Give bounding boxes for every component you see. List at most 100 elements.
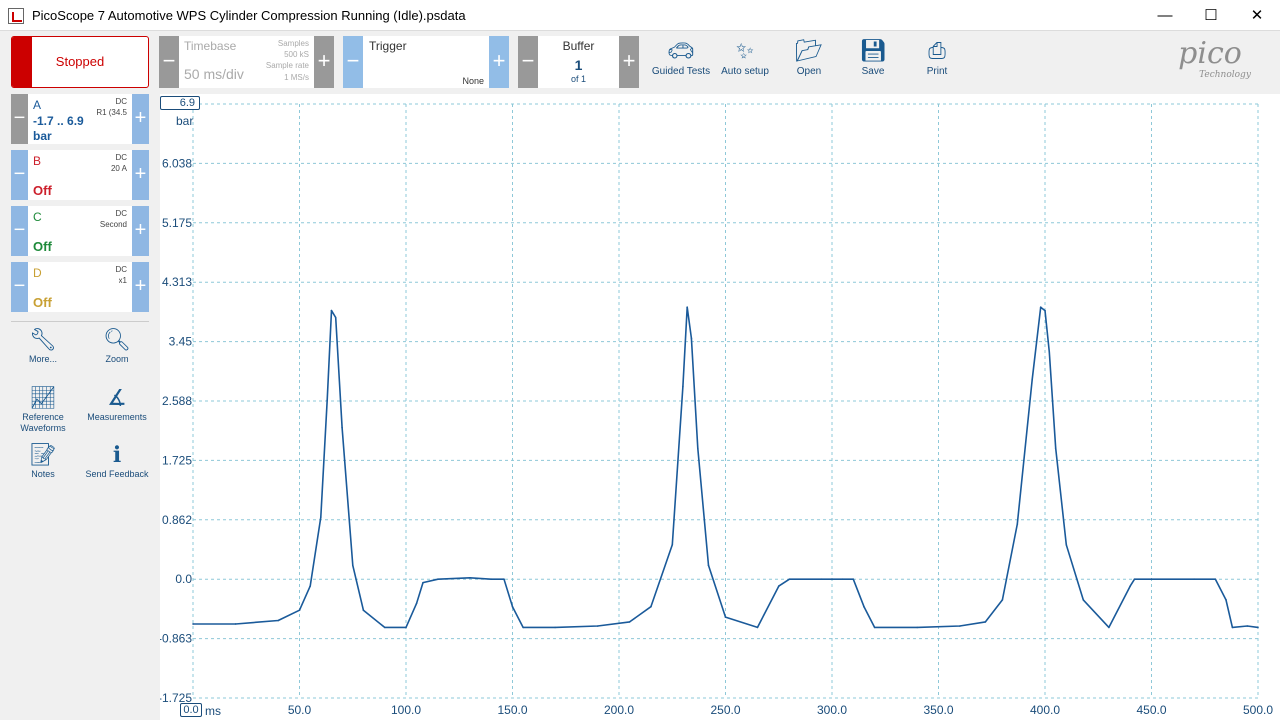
notes-icon: 📝︎ [29, 442, 57, 467]
channel-c-increase-button[interactable]: + [132, 206, 149, 256]
trace-point [1048, 351, 1051, 353]
folder-icon: 📂︎ [795, 38, 823, 63]
trace-point [671, 543, 674, 546]
reference-waveforms-button[interactable]: 📈︎ Reference Waveforms [8, 384, 78, 434]
channel-c-probe: Second [99, 220, 127, 229]
trace-point [554, 626, 556, 629]
timebase-decrease-button[interactable]: − [159, 36, 179, 88]
channel-a-decrease-button[interactable]: − [11, 94, 28, 144]
send-feedback-button[interactable]: ℹ Send Feedback [82, 441, 152, 480]
trace-point [383, 626, 386, 629]
channel-b-panel[interactable]: − B Off DC 20 A + [11, 150, 149, 200]
trace-point [1031, 378, 1034, 381]
channel-b-name: B [33, 154, 42, 168]
channel-a-range[interactable]: -1.7 .. 6.9 [33, 114, 84, 128]
trace-point [415, 602, 418, 605]
x-origin-marker[interactable]: 0.0 [180, 703, 202, 717]
trace-point [916, 626, 918, 629]
trace-point [959, 625, 961, 627]
channel-c-range[interactable]: Off [33, 239, 52, 254]
channel-a-increase-button[interactable]: + [132, 94, 149, 144]
trace-point [1129, 585, 1131, 587]
measurements-button[interactable]: ∡ Measurements [82, 384, 152, 423]
timebase-increase-button[interactable]: + [314, 36, 334, 88]
x-tick-label: 450.0 [1136, 703, 1166, 717]
guided-tests-button[interactable]: 🚗︎ Guided Tests [649, 36, 713, 88]
trigger-mode[interactable]: None [462, 76, 484, 86]
save-icon: 💾︎ [859, 38, 887, 63]
buffer-previous-button[interactable]: − [518, 36, 538, 88]
more-button[interactable]: 🔧︎ More... [8, 326, 78, 365]
y-tick-label: 2.588 [162, 394, 192, 408]
waveform-plot[interactable]: 6.038 5.175 4.313 3.45 2.588 1.725 0.862 0.0 -0.… [158, 94, 1280, 720]
trace-point [1054, 447, 1057, 450]
trace-point [1001, 599, 1004, 601]
trace-point [1016, 523, 1019, 525]
save-button[interactable]: 💾︎ Save [841, 36, 905, 88]
channel-c-coupling: DC [115, 209, 127, 218]
trace-point [690, 337, 693, 339]
notes-button[interactable]: 📝︎ Notes [8, 441, 78, 480]
minimize-button[interactable]: — [1142, 0, 1188, 31]
trace-point [362, 609, 365, 611]
trace-point [330, 309, 333, 312]
trigger-increase-button[interactable]: + [489, 36, 509, 88]
zoom-button[interactable]: 🔍︎ Zoom [82, 326, 152, 365]
sample-rate-label: Sample rate [265, 61, 309, 70]
trigger-label: Trigger [369, 39, 407, 53]
timebase-value[interactable]: 50 ms/div [184, 66, 244, 82]
channel-d-panel[interactable]: − D Off DC x1 + [11, 262, 149, 312]
app-icon [8, 8, 24, 24]
y-top-marker[interactable]: 6.9 [160, 96, 200, 110]
buffer-next-button[interactable]: + [619, 36, 639, 88]
channel-a-panel[interactable]: − A -1.7 .. 6.9 bar DC R1 (34.5 + [11, 94, 149, 144]
trace-point [320, 516, 322, 519]
trace-point [852, 578, 855, 580]
channel-c-name: C [33, 210, 42, 224]
print-button[interactable]: ⎙ Print [905, 36, 969, 88]
trace-point [984, 621, 987, 623]
channel-d-increase-button[interactable]: + [132, 262, 149, 312]
auto-setup-button[interactable]: ✨︎ Auto setup [713, 36, 777, 88]
maximize-button[interactable]: ☐ [1188, 0, 1234, 31]
trace-point [1231, 626, 1234, 629]
buffer-index[interactable]: 1 [538, 57, 619, 73]
channel-b-range[interactable]: Off [33, 183, 52, 198]
y-tick-label: 5.175 [162, 216, 192, 230]
x-tick-label: 500.0 [1243, 703, 1273, 717]
trace-point [1246, 625, 1249, 627]
close-button[interactable]: ✕ [1234, 0, 1280, 31]
trigger-decrease-button[interactable]: − [343, 36, 363, 88]
scope-view[interactable]: 6.038 5.175 4.313 3.45 2.588 1.725 0.862 0.0 -0.… [158, 94, 1280, 720]
open-button[interactable]: 📂︎ Open [777, 36, 841, 88]
x-unit-label: ms [205, 704, 221, 718]
channel-d-range[interactable]: Off [33, 295, 52, 310]
trace-point [490, 578, 493, 580]
x-tick-label: 300.0 [817, 703, 847, 717]
trace-point [863, 605, 865, 608]
trace-point [596, 625, 599, 627]
x-tick-label: 50.0 [288, 703, 312, 717]
trace-point [1108, 626, 1110, 629]
reference-waveform-icon: 📈︎ [29, 385, 57, 410]
channel-c-decrease-button[interactable]: − [11, 206, 28, 256]
feedback-icon: ℹ [112, 442, 122, 467]
channel-a-coupling: DC [115, 97, 127, 106]
trace-point [1193, 578, 1195, 580]
channel-b-increase-button[interactable]: + [132, 150, 149, 200]
trace-point [469, 577, 471, 579]
channel-b-decrease-button[interactable]: − [11, 150, 28, 200]
run-stop-button[interactable]: Stopped [11, 36, 149, 88]
trace-point [437, 578, 439, 580]
channel-a-unit: bar [33, 129, 52, 143]
channel-c-panel[interactable]: − C Off DC Second + [11, 206, 149, 256]
timebase-label: Timebase [184, 39, 237, 53]
buffer-label: Buffer [562, 39, 595, 53]
y-unit-label: bar [176, 114, 194, 128]
trace-point [1065, 543, 1068, 546]
trace-point [422, 581, 424, 584]
trace-point [1039, 306, 1042, 308]
trace-point [1133, 578, 1136, 580]
channel-d-decrease-button[interactable]: − [11, 262, 28, 312]
trace-point [820, 578, 823, 580]
